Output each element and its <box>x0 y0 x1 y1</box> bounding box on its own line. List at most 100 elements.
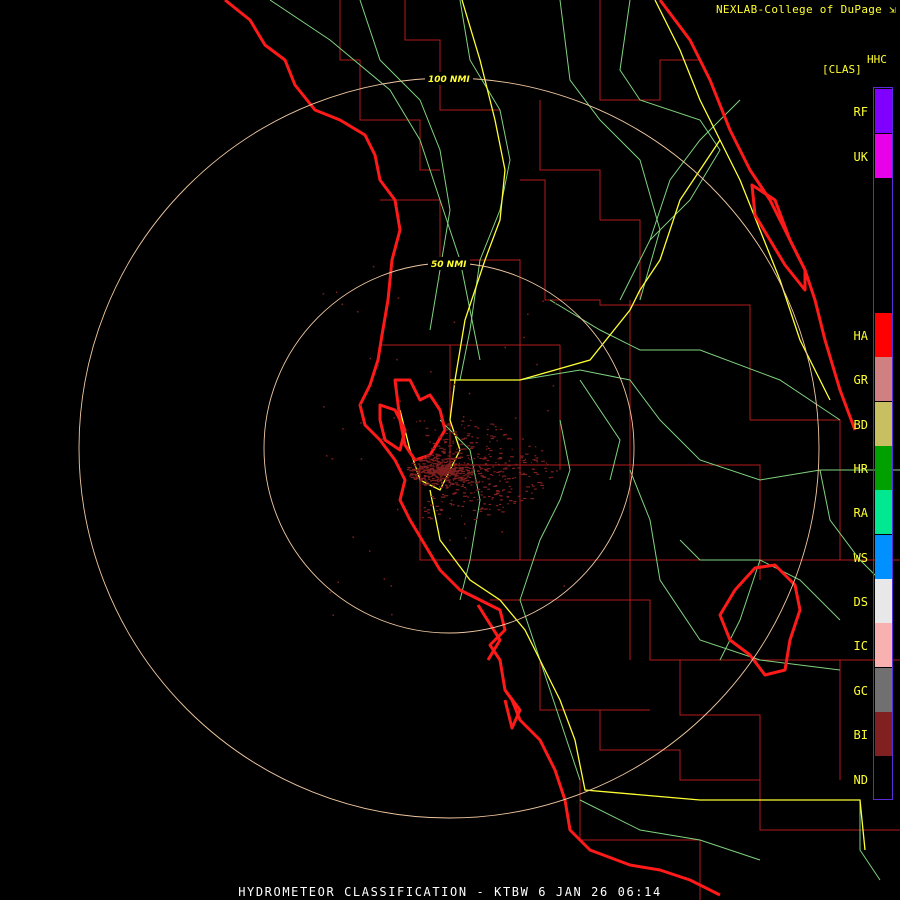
echo-pixel <box>464 537 467 539</box>
external-link-icon[interactable]: ⇲ <box>889 3 896 16</box>
echo-pixel <box>432 464 434 467</box>
echo-pixel <box>443 475 448 477</box>
echo-pixel <box>450 445 453 447</box>
echo-pixel <box>489 456 492 458</box>
echo-pixel <box>461 424 463 426</box>
echo-pixel <box>449 539 451 542</box>
echo-pixel <box>454 465 456 467</box>
echo-pixel <box>426 472 428 474</box>
echo-pixel <box>495 490 500 492</box>
echo-pixel <box>322 293 325 295</box>
echo-pixel <box>427 470 430 472</box>
echo-pixel <box>360 422 362 424</box>
echo-pixel <box>466 454 470 457</box>
echo-pixel <box>392 265 394 268</box>
echo-pixel <box>524 458 526 460</box>
echo-pixel <box>470 471 475 474</box>
echo-pixel <box>453 321 456 323</box>
echo-pixel <box>443 461 446 464</box>
echo-pixel <box>331 458 334 460</box>
echo-pixel <box>468 476 472 478</box>
echo-pixel <box>483 468 488 470</box>
echo-pixel <box>493 424 495 426</box>
echo-pixel <box>415 458 418 460</box>
echo-pixel <box>377 364 379 367</box>
echo-pixel <box>517 467 521 469</box>
echo-pixel <box>469 458 471 461</box>
echo-pixel <box>486 464 488 466</box>
echo-pixel <box>431 475 433 477</box>
echo-pixel <box>429 465 433 467</box>
echo-pixel <box>438 278 441 280</box>
echo-pixel <box>488 453 490 455</box>
legend-label-gr: GR <box>853 373 868 387</box>
echo-pixel <box>531 492 533 494</box>
echo-pixel <box>456 448 458 450</box>
echo-pixel <box>449 472 452 475</box>
echo-pixel <box>435 465 439 467</box>
echo-pixel <box>463 486 466 489</box>
echo-pixel <box>414 469 418 471</box>
echo-pixel <box>498 457 503 459</box>
echo-pixel <box>548 477 551 479</box>
legend-label-ic: IC <box>853 639 868 653</box>
echo-pixel <box>500 428 503 430</box>
echo-pixel <box>512 477 515 479</box>
echo-pixel <box>415 467 416 469</box>
echo-pixel <box>467 445 470 447</box>
echo-pixel <box>527 313 529 315</box>
echo-pixel <box>381 438 384 440</box>
echo-pixel <box>507 496 509 498</box>
echo-pixel <box>489 449 493 452</box>
echo-pixel <box>451 483 455 485</box>
echo-pixel <box>488 495 491 498</box>
product-subcode: [CLAS] <box>822 63 862 76</box>
echo-pixel <box>533 472 538 474</box>
echo-pixel <box>416 473 420 475</box>
echo-pixel <box>463 495 468 497</box>
echo-pixel <box>391 613 393 616</box>
echo-pixel <box>452 442 454 444</box>
echo-pixel <box>465 488 467 490</box>
echo-pixel <box>544 467 547 469</box>
echo-pixel <box>442 468 445 470</box>
echo-pixel <box>440 509 444 511</box>
echo-pixel <box>507 491 512 493</box>
product-code: HHC <box>867 53 887 66</box>
echo-pixel <box>369 550 371 552</box>
echo-pixel <box>536 473 539 475</box>
echo-pixel <box>484 508 487 510</box>
echo-pixel <box>487 478 491 480</box>
echo-pixel <box>462 416 465 418</box>
echo-pixel <box>480 468 482 470</box>
echo-pixel <box>486 459 490 462</box>
echo-pixel <box>550 471 554 473</box>
echo-pixel <box>496 491 501 493</box>
echo-pixel <box>465 469 468 471</box>
echo-pixel <box>486 445 488 447</box>
echo-pixel <box>463 501 465 503</box>
legend-swatch-gr <box>875 357 892 401</box>
echo-pixel <box>536 363 538 366</box>
echo-pixel <box>407 466 410 469</box>
echo-pixel <box>439 462 443 464</box>
echo-pixel <box>451 504 453 506</box>
echo-pixel <box>499 452 503 454</box>
echo-pixel <box>496 505 499 507</box>
echo-pixel <box>520 500 524 502</box>
echo-pixel <box>453 463 456 465</box>
echo-pixel <box>521 438 524 440</box>
legend-swatch-bi <box>875 712 892 756</box>
echo-pixel <box>337 581 339 583</box>
echo-pixel <box>499 494 501 497</box>
echo-pixel <box>524 453 529 455</box>
echo-pixel <box>421 459 424 461</box>
echo-pixel <box>436 455 440 457</box>
echo-pixel <box>542 300 544 302</box>
echo-pixel <box>470 447 474 449</box>
echo-pixel <box>372 265 375 268</box>
echo-pixel <box>433 497 436 499</box>
echo-pixel <box>431 447 435 449</box>
echo-pixel <box>423 458 428 460</box>
echo-pixel <box>427 516 432 519</box>
